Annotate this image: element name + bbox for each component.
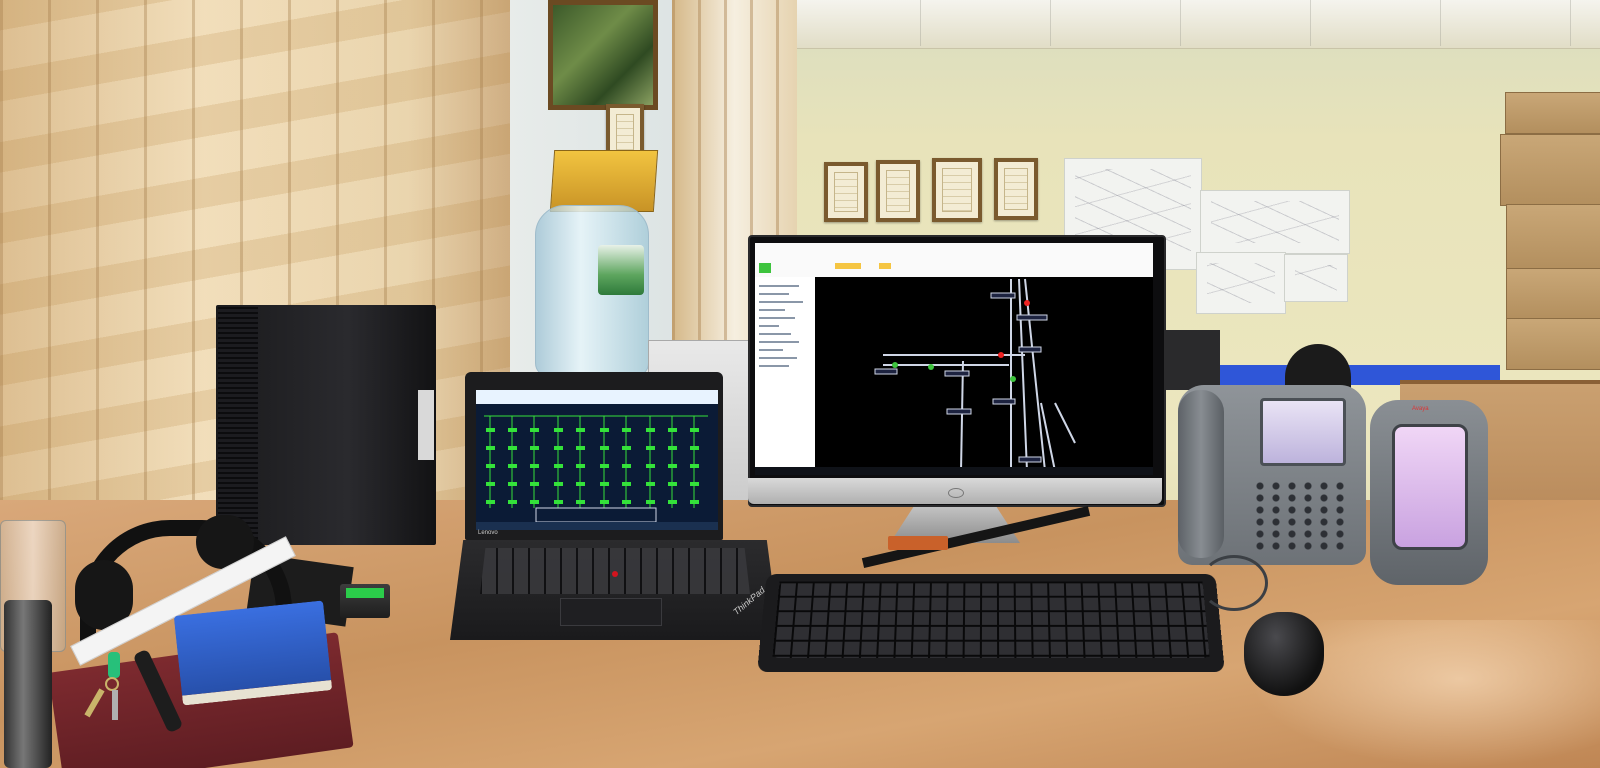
- wall-schematic-2: [1200, 190, 1350, 254]
- blue-notebook: [173, 600, 333, 706]
- wall-schematic-3: [1196, 252, 1286, 314]
- desk-phone-keypad: [1252, 480, 1352, 550]
- desk-phone-display: [1260, 398, 1346, 466]
- cardboard-box: [1506, 318, 1600, 370]
- certificate-frame-2: [876, 160, 920, 222]
- monitor-logo-icon: [948, 488, 964, 498]
- water-bottle-label: [598, 245, 644, 295]
- cardboard-box: [1505, 92, 1600, 134]
- usb-device-label: [346, 588, 384, 598]
- laptop-schematic: [476, 390, 718, 530]
- tower-sticker: [418, 390, 434, 460]
- certificate-frame-4: [994, 158, 1038, 220]
- phone-cord: [1200, 555, 1268, 611]
- keys-icon: [82, 652, 142, 722]
- laptop-trackpoint: [612, 571, 618, 577]
- laptop-screen: [476, 390, 718, 530]
- ceiling-grid: [790, 0, 1600, 46]
- wall-painting: [548, 0, 658, 110]
- monitor-network-map: [755, 243, 1153, 475]
- office-scene: Lenovo ThinkPad Avaya: [0, 0, 1600, 768]
- certificate-frame-1: [824, 162, 868, 222]
- tower-vent: [218, 307, 258, 543]
- cardboard-box: [1506, 268, 1600, 320]
- vape-device: [4, 600, 52, 768]
- certificate-frame-3: [932, 158, 982, 222]
- expansion-module-display: [1392, 424, 1468, 550]
- orange-device: [888, 536, 948, 550]
- phone-handset: [1178, 390, 1224, 558]
- computer-mouse: [1244, 612, 1324, 696]
- cardboard-box: [1500, 134, 1600, 206]
- laptop-brand-label: Lenovo: [478, 530, 498, 536]
- document-tray: [1160, 330, 1220, 390]
- cardboard-box: [1506, 204, 1600, 270]
- keyboard-rows: [772, 581, 1210, 658]
- monitor-screen: [755, 243, 1153, 475]
- laptop-trackpad: [560, 598, 662, 626]
- phone-brand-label: Avaya: [1412, 406, 1429, 412]
- tea-box: [549, 150, 659, 212]
- wall-schematic-4: [1284, 254, 1348, 302]
